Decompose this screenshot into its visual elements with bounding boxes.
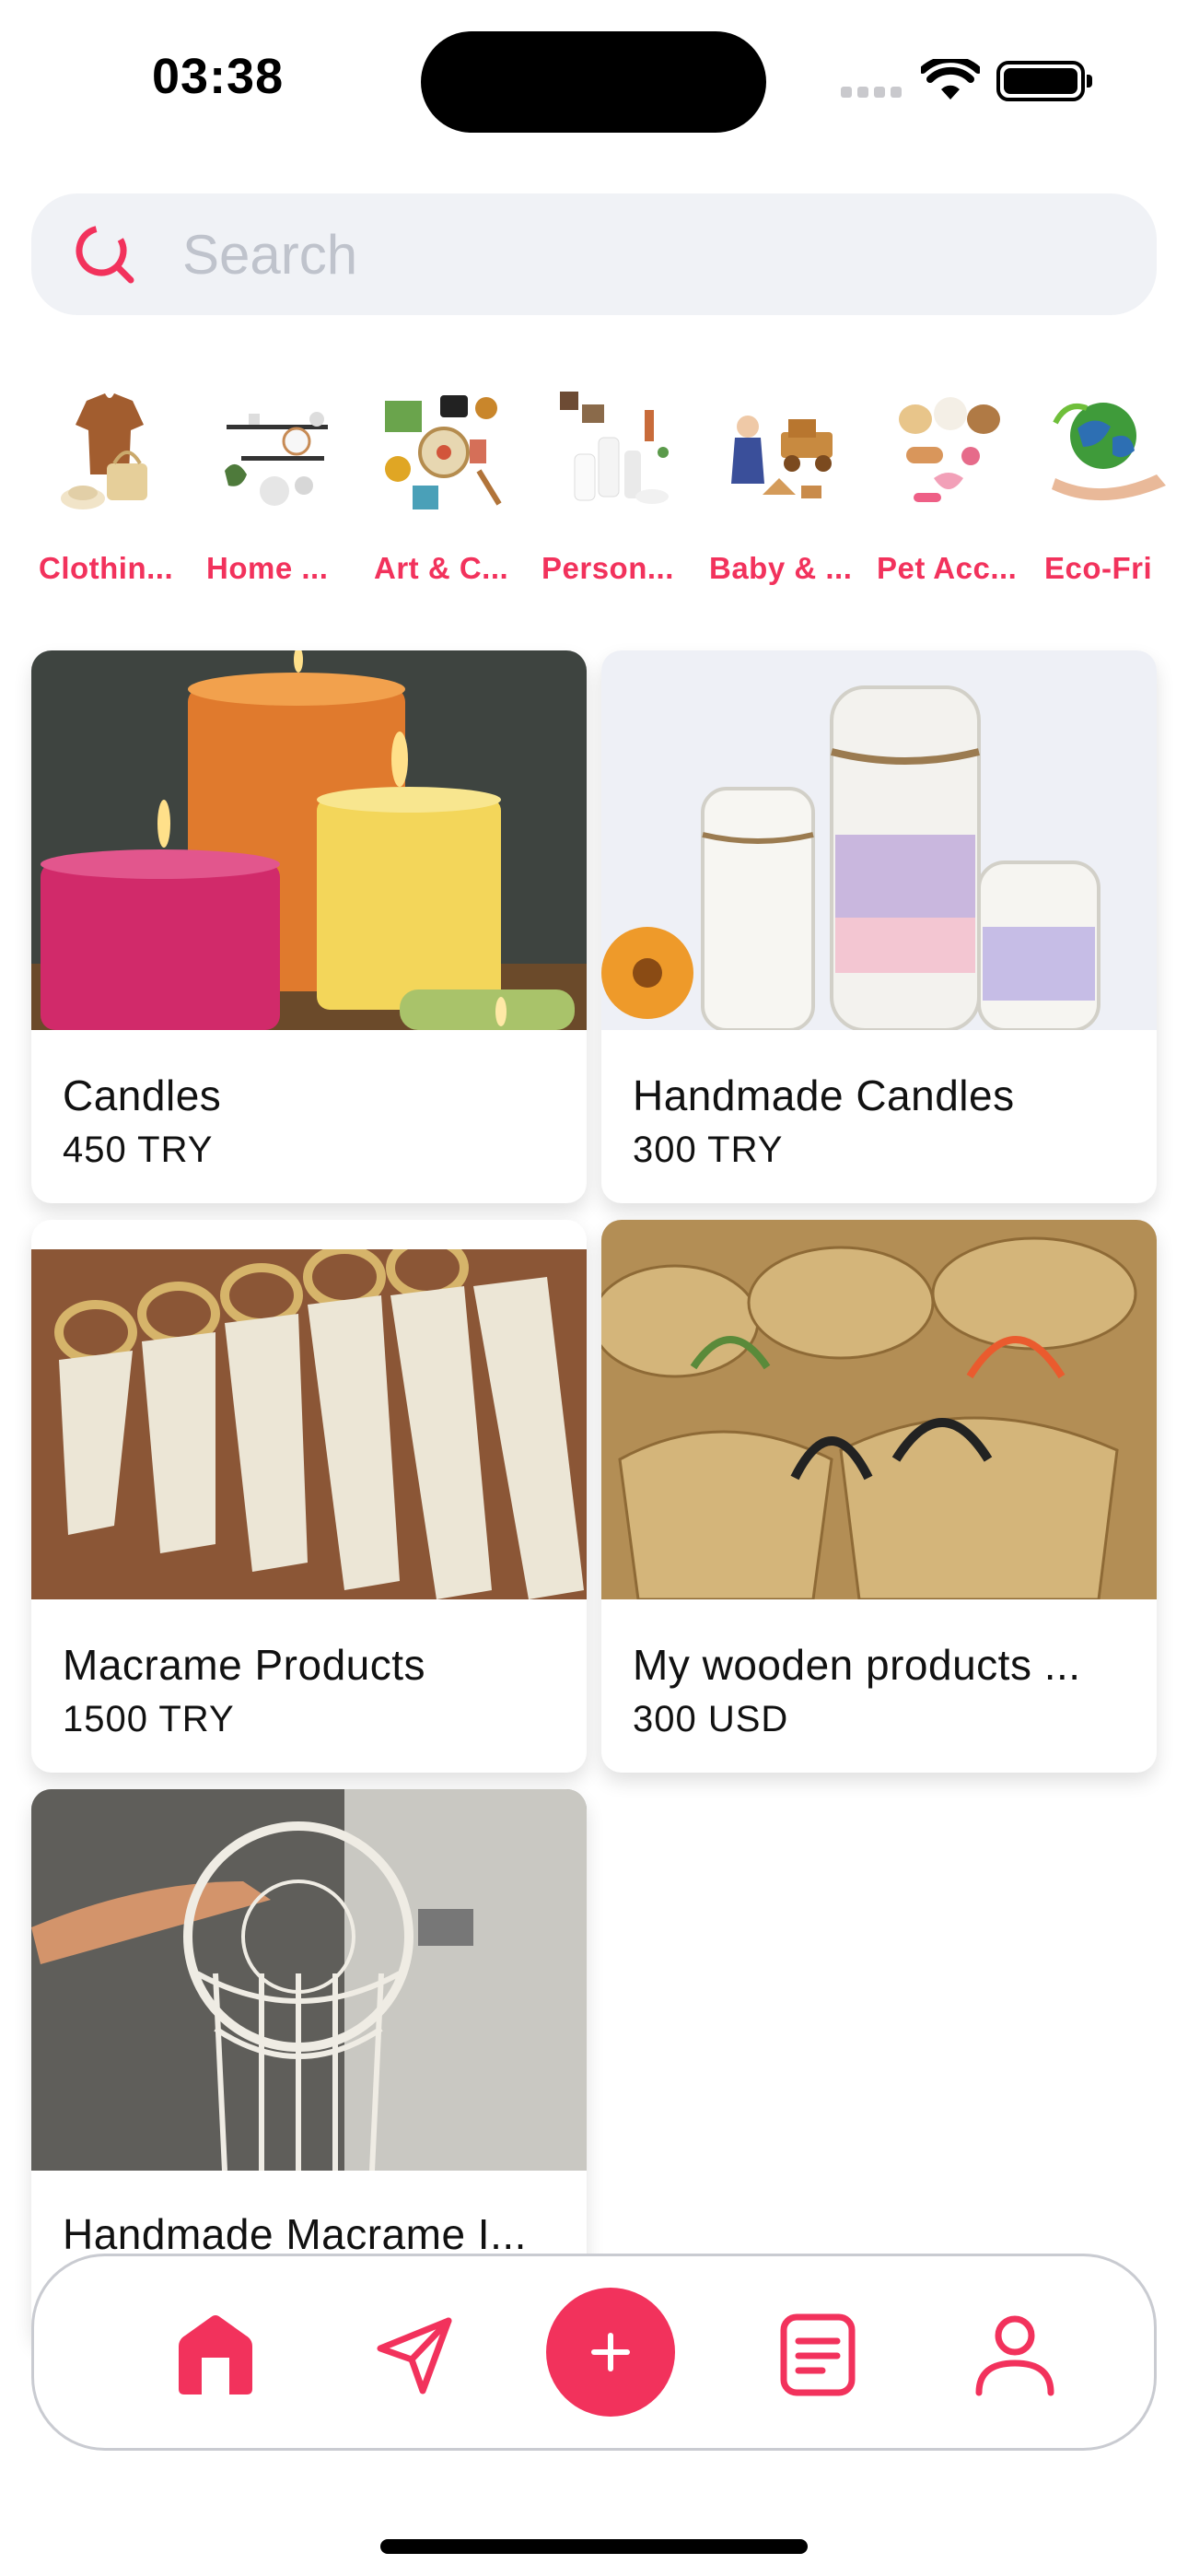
wifi-icon <box>921 59 980 100</box>
art-thumbnail <box>385 395 502 509</box>
category-home[interactable]: Home ... <box>199 373 350 594</box>
category-label: Eco-Fri <box>1044 551 1153 585</box>
category-label: Art & C... <box>374 551 509 585</box>
clothing-thumbnail <box>61 393 147 509</box>
product-price: 300 TRY <box>633 1130 784 1170</box>
baby-thumbnail <box>731 416 833 498</box>
product-image <box>601 1220 1157 1599</box>
category-label: Clothin... <box>39 551 174 585</box>
pet-thumbnail <box>899 397 1000 502</box>
home-icon[interactable] <box>165 2304 266 2406</box>
personal-care-thumbnail <box>560 392 669 504</box>
category-strip[interactable]: Clothin... Home ... Art & C... Person...… <box>0 373 1188 594</box>
category-label: Baby & ... <box>709 551 853 585</box>
category-clothing[interactable]: Clothin... <box>31 373 182 594</box>
category-pet[interactable]: Pet Acc... <box>869 373 1020 594</box>
search-icon <box>76 225 134 284</box>
product-card-handmade-candles[interactable]: Handmade Candles 300 TRY <box>601 650 1157 1203</box>
category-art[interactable]: Art & C... <box>367 373 518 594</box>
product-image <box>31 1249 587 1599</box>
status-bar: 03:38 <box>0 0 1188 157</box>
category-label: Home ... <box>206 551 329 585</box>
product-name: Macrame Products <box>63 1641 426 1689</box>
plus-icon <box>591 2333 630 2371</box>
status-time: 03:38 <box>152 49 285 104</box>
add-product-button[interactable] <box>546 2288 675 2417</box>
home-thumbnail <box>225 412 328 506</box>
category-label: Pet Acc... <box>877 551 1018 585</box>
category-baby[interactable]: Baby & ... <box>702 373 853 594</box>
product-card-candles[interactable]: Candles 450 TRY <box>31 650 587 1203</box>
product-name: Candles <box>63 1071 222 1119</box>
product-card-wooden[interactable]: My wooden products ... 300 USD <box>601 1220 1157 1773</box>
search-bar[interactable] <box>31 193 1157 315</box>
eco-thumbnail <box>1052 403 1166 501</box>
category-personal[interactable]: Person... <box>534 373 685 594</box>
product-name: Handmade Macrame I... <box>63 2210 527 2258</box>
bottom-navigation <box>31 2254 1157 2451</box>
product-price: 300 USD <box>633 1699 789 1739</box>
product-image <box>31 650 587 1030</box>
cellular-signal-icon <box>841 87 905 98</box>
product-image <box>601 650 1157 1030</box>
product-price: 1500 TRY <box>63 1699 235 1739</box>
search-input[interactable] <box>182 216 1103 293</box>
document-icon[interactable] <box>767 2304 868 2406</box>
category-eco[interactable]: Eco-Fri <box>1037 373 1188 594</box>
product-price: 450 TRY <box>63 1130 214 1170</box>
profile-icon[interactable] <box>964 2304 1066 2406</box>
category-label: Person... <box>542 551 674 585</box>
product-name: Handmade Candles <box>633 1071 1015 1119</box>
send-icon[interactable] <box>364 2304 465 2406</box>
product-image <box>31 1789 587 2171</box>
product-card-macrame[interactable]: Macrame Products 1500 TRY <box>31 1220 587 1773</box>
product-name: My wooden products ... <box>633 1641 1081 1689</box>
battery-icon <box>996 61 1092 101</box>
home-indicator[interactable] <box>380 2539 808 2554</box>
dynamic-island <box>421 31 766 133</box>
